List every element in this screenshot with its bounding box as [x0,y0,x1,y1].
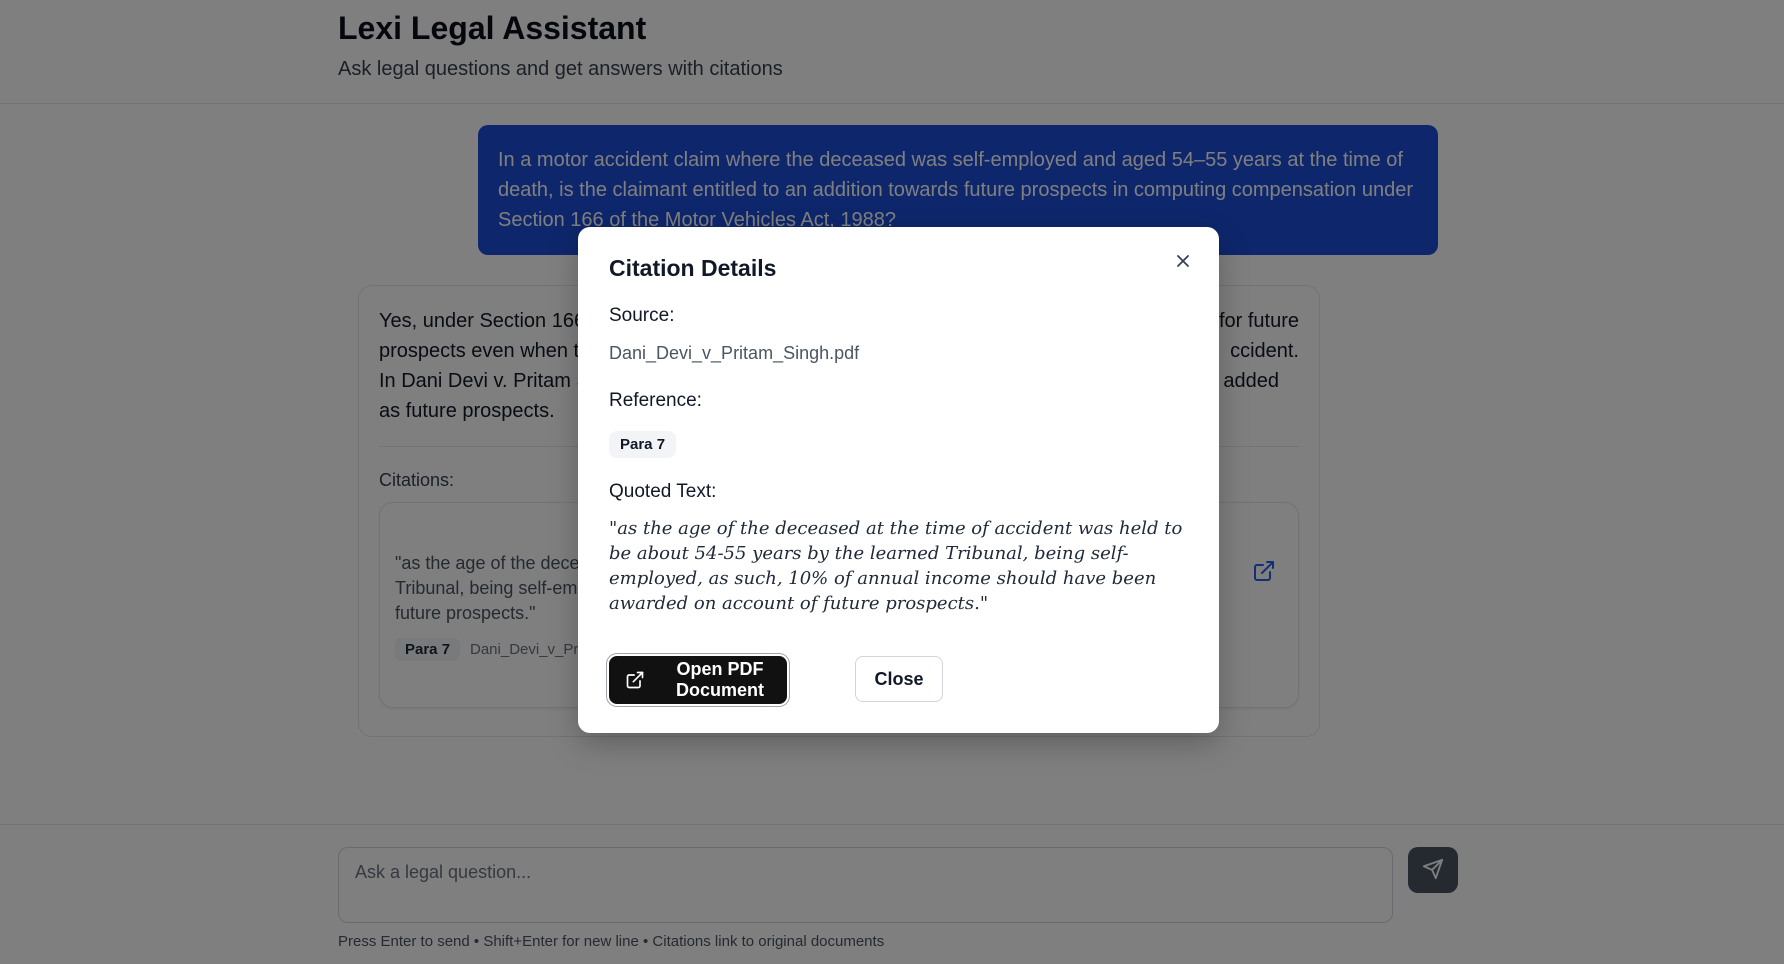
source-value: Dani_Devi_v_Pritam_Singh.pdf [609,343,860,363]
open-pdf-button[interactable]: Open PDF Document [609,656,787,704]
open-pdf-label: Open PDF Document [675,659,764,700]
citation-details-dialog: Citation Details Source: Dani_Devi_v_Pri… [578,227,1219,733]
reference-badge: Para 7 [609,431,677,458]
source-label: Source: [609,305,675,326]
close-button[interactable]: Close [855,656,943,702]
quoted-text-value: "as the age of the deceased at the time … [609,518,1183,614]
quoted-text-label: Quoted Text: [609,481,717,502]
dialog-title: Citation Details [609,255,777,281]
reference-label: Reference: [609,390,702,411]
close-icon[interactable] [1171,249,1195,273]
external-link-icon [625,670,645,690]
